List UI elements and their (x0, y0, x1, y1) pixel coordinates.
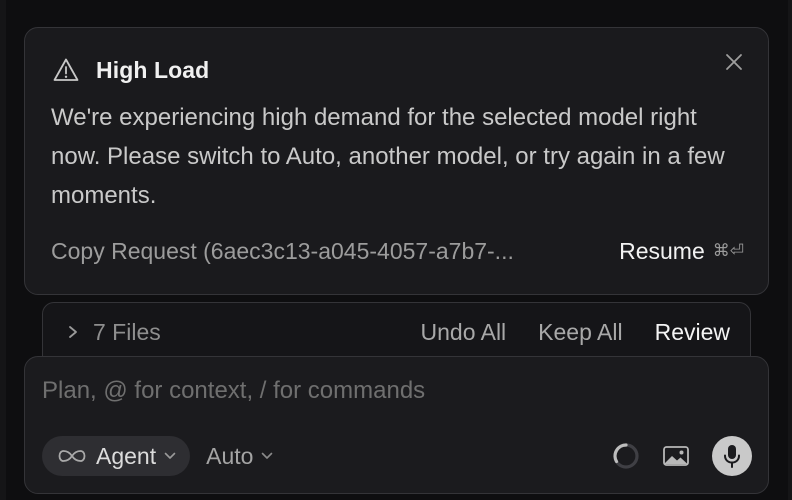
panel-edge-left (0, 0, 6, 500)
composer-actions (612, 436, 752, 476)
resume-shortcut: ⌘⏎ (712, 241, 744, 261)
alert-footer: Copy Request (6aec3c13-a045-4057-a7b7-..… (51, 234, 744, 268)
loading-spinner-icon (613, 443, 639, 469)
microphone-icon (724, 445, 740, 468)
chevron-right-icon (69, 326, 77, 338)
panel-edge-right (788, 0, 792, 500)
alert-message: We're experiencing high demand for the s… (51, 104, 725, 209)
keep-all-button[interactable]: Keep All (538, 319, 622, 346)
mode-label: Agent (96, 442, 157, 469)
alert-title: High Load (96, 56, 210, 83)
review-button[interactable]: Review (655, 319, 730, 346)
warning-triangle-icon (53, 58, 79, 81)
model-selector[interactable]: Auto (206, 443, 273, 470)
close-icon (726, 54, 742, 70)
voice-input-button[interactable] (712, 436, 752, 476)
close-alert-button[interactable] (724, 52, 744, 72)
files-count-label: 7 Files (93, 318, 161, 345)
files-actions: Undo All Keep All Review (389, 318, 731, 346)
prompt-input[interactable] (42, 375, 742, 407)
image-icon (663, 446, 689, 466)
chat-panel: High Load We're experiencing high demand… (0, 0, 792, 500)
model-label: Auto (206, 442, 254, 469)
composer-controls: Agent Auto (42, 436, 752, 476)
alert-header: High Load (52, 56, 209, 84)
high-load-alert: High Load We're experiencing high demand… (24, 27, 769, 295)
chevron-down-icon (164, 452, 176, 459)
undo-all-button[interactable]: Undo All (421, 319, 507, 346)
composer: Agent Auto (24, 356, 769, 494)
resume-label: Resume (619, 237, 705, 264)
chevron-down-icon (262, 452, 273, 459)
mode-selector[interactable]: Agent (42, 436, 191, 476)
resume-button[interactable]: Resume ⌘⏎ (619, 238, 744, 265)
infinity-icon (58, 450, 86, 462)
attach-image-button[interactable] (662, 444, 690, 468)
files-toggle[interactable]: 7 Files (67, 318, 161, 346)
copy-request-link[interactable]: Copy Request (6aec3c13-a045-4057-a7b7-..… (51, 238, 514, 265)
